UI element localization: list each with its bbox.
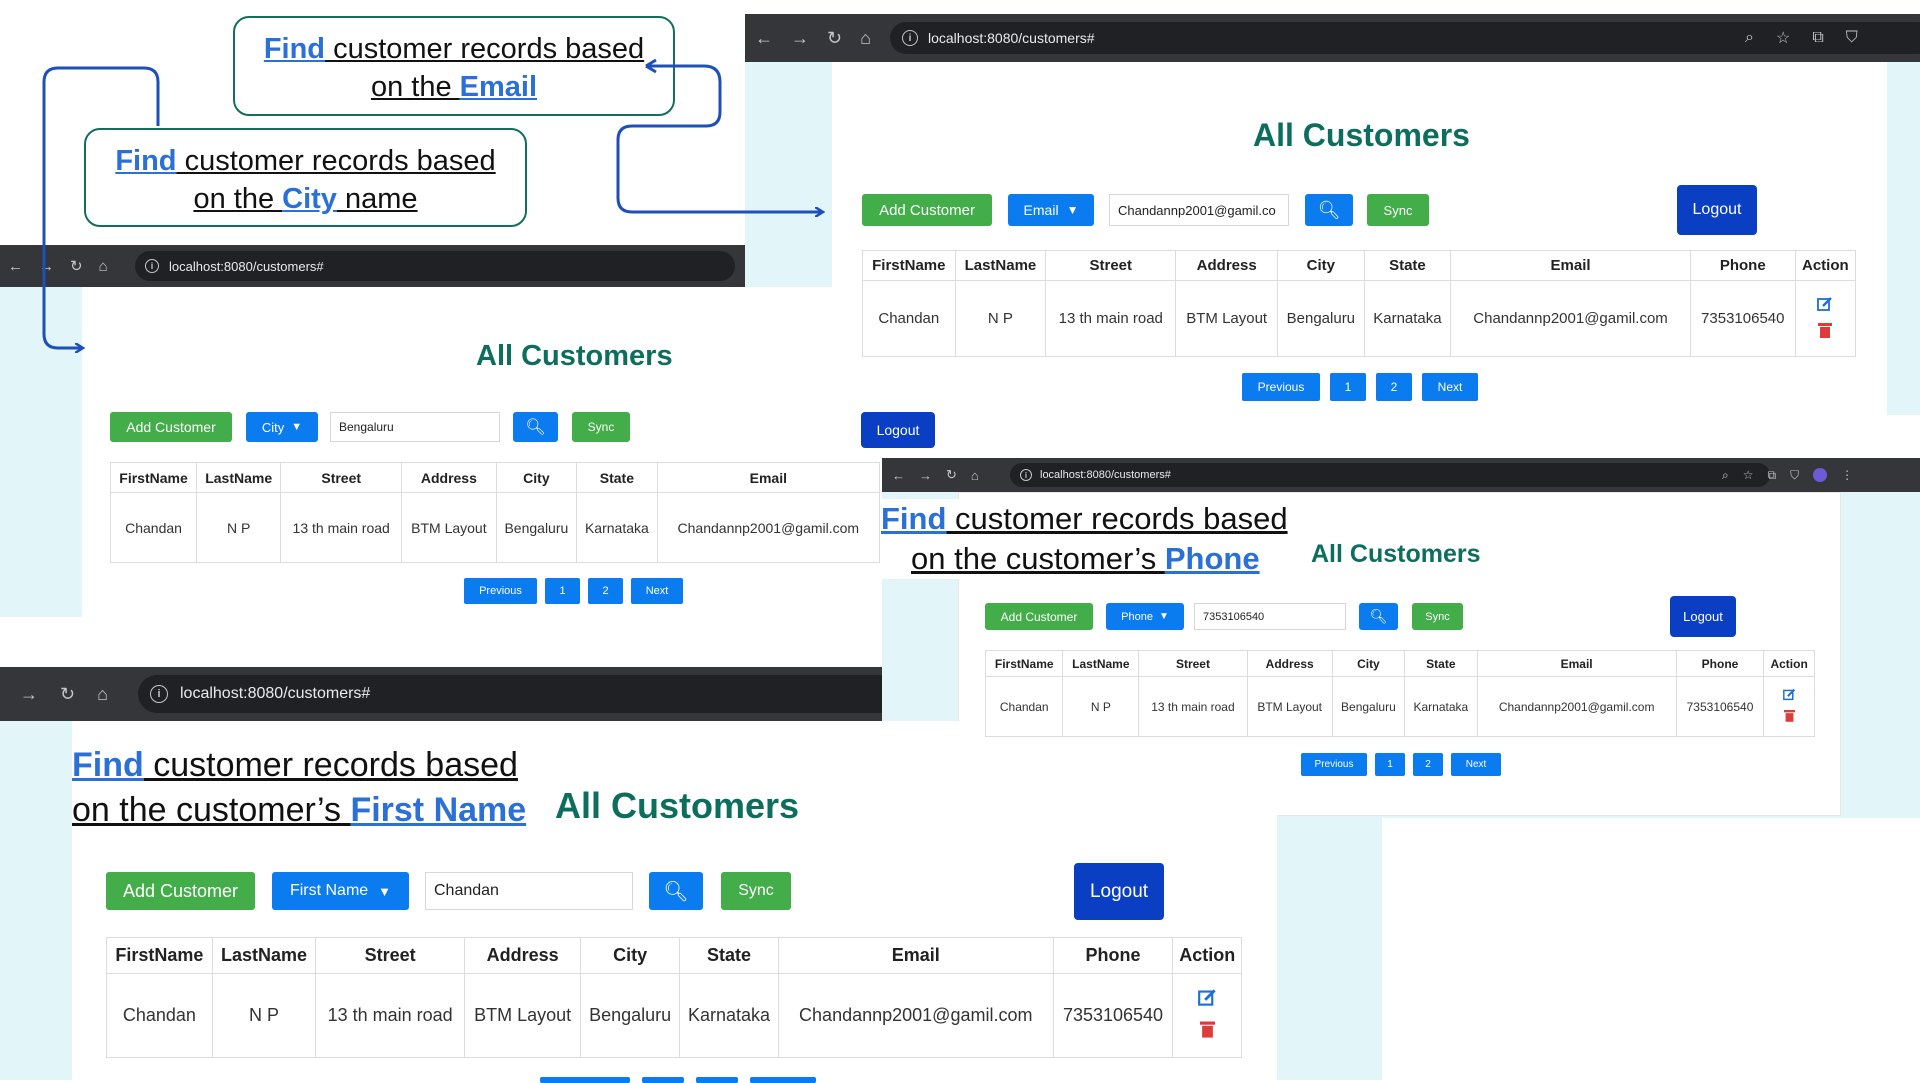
arrow-to-email-panel (616, 64, 822, 212)
arrow-to-city-panel (42, 66, 160, 348)
connector-arrows (42, 58, 1920, 1080)
